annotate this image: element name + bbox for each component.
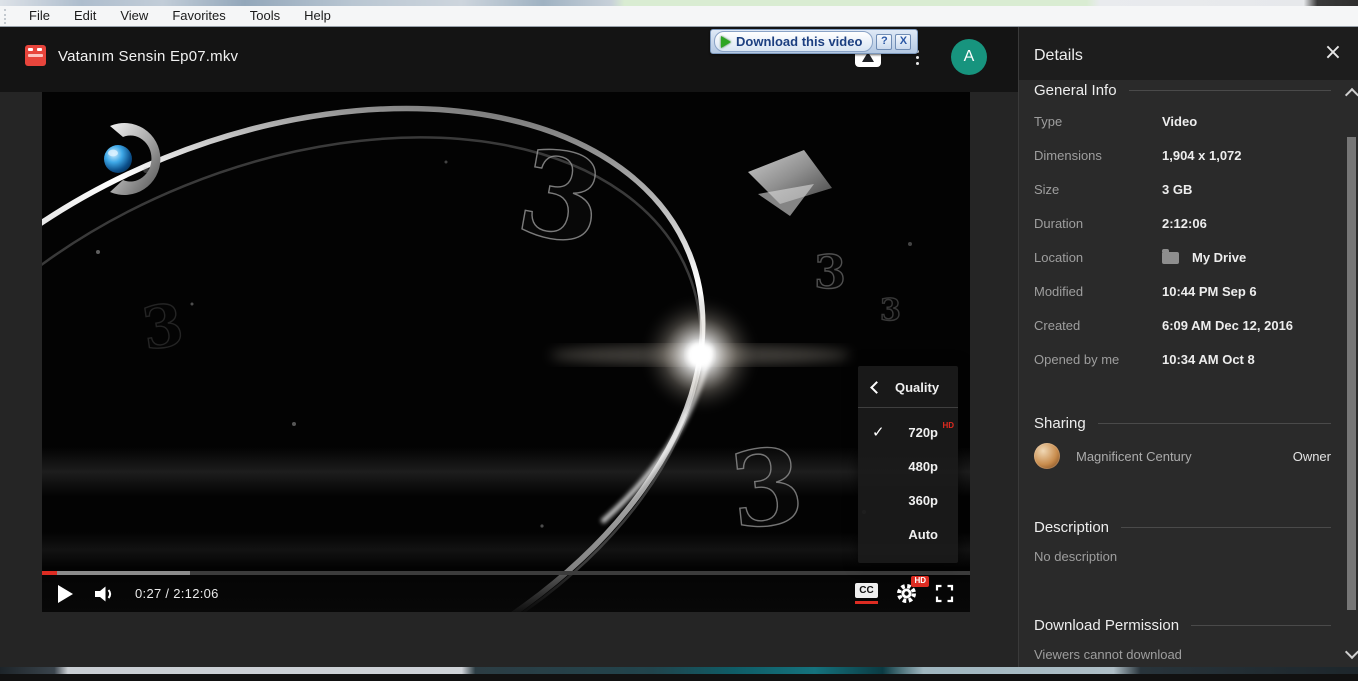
settings-button[interactable]: HD bbox=[896, 576, 929, 604]
row-type: Type Video bbox=[1034, 114, 1198, 129]
download-permission-heading: Download Permission bbox=[1034, 617, 1331, 634]
captions-button[interactable]: CC bbox=[855, 583, 878, 604]
scrollbar-thumb[interactable] bbox=[1347, 137, 1356, 610]
captions-active-underline bbox=[855, 601, 878, 604]
video-file-icon bbox=[25, 45, 46, 66]
menu-tools[interactable]: Tools bbox=[238, 6, 292, 26]
menu-favorites[interactable]: Favorites bbox=[160, 6, 237, 26]
row-location: Location My Drive bbox=[1034, 248, 1247, 265]
quality-option-auto[interactable]: Auto bbox=[858, 517, 958, 551]
row-modified: Modified 10:44 PM Sep 6 bbox=[1034, 284, 1257, 299]
video-player[interactable]: 3 3 3 3 3 0:27 / 2:12:06 CC HD Quality ✓… bbox=[42, 92, 970, 612]
menu-file[interactable]: File bbox=[17, 6, 62, 26]
details-content: General Info Type Video Dimensions 1,904… bbox=[1019, 80, 1358, 674]
chevron-left-icon bbox=[870, 381, 883, 394]
menu-help[interactable]: Help bbox=[292, 6, 343, 26]
menubar-grip bbox=[4, 8, 9, 24]
location-link[interactable]: My Drive bbox=[1192, 251, 1246, 264]
volume-button[interactable] bbox=[93, 584, 115, 604]
svg-text:3: 3 bbox=[724, 423, 809, 553]
details-title: Details bbox=[1034, 47, 1083, 64]
green-play-icon bbox=[721, 35, 731, 48]
svg-text:3: 3 bbox=[814, 245, 846, 299]
overlay-close-button[interactable]: X bbox=[895, 33, 912, 50]
folder-icon bbox=[1162, 248, 1179, 264]
owner-name: Magnificent Century bbox=[1076, 448, 1192, 464]
scroll-down-icon[interactable] bbox=[1344, 644, 1358, 660]
quality-option-720p[interactable]: ✓ 720p HD bbox=[858, 415, 958, 449]
browser-menubar: File Edit View Favorites Tools Help bbox=[0, 6, 1358, 27]
download-video-button[interactable]: Download this video bbox=[714, 31, 874, 52]
check-icon: ✓ bbox=[872, 423, 885, 441]
time-display: 0:27 / 2:12:06 bbox=[135, 586, 219, 601]
drive-preview-app: Vatanım Sensin Ep07.mkv A Download this … bbox=[0, 27, 1358, 674]
download-permission-text: Viewers cannot download bbox=[1034, 647, 1182, 662]
row-size: Size 3 GB bbox=[1034, 182, 1193, 197]
hd-quality-badge: HD bbox=[911, 576, 929, 587]
play-button[interactable] bbox=[58, 584, 73, 603]
taskbar-sliver bbox=[0, 667, 1358, 674]
hd-label: HD bbox=[942, 421, 954, 430]
quality-menu: Quality ✓ 720p HD 480p 360p Auto bbox=[858, 366, 958, 563]
details-header: Details × bbox=[1019, 27, 1358, 80]
general-info-rows: Type Video Dimensions 1,904 x 1,072 Size… bbox=[1034, 115, 1331, 366]
scroll-up-icon[interactable] bbox=[1344, 87, 1358, 103]
overlay-help-button[interactable]: ? bbox=[876, 33, 893, 50]
menu-view[interactable]: View bbox=[108, 6, 160, 26]
details-scrollbar[interactable] bbox=[1344, 87, 1358, 665]
row-created: Created 6:09 AM Dec 12, 2016 bbox=[1034, 318, 1294, 333]
owner-role-badge: Owner bbox=[1292, 448, 1331, 464]
menu-edit[interactable]: Edit bbox=[62, 6, 108, 26]
download-plugin-overlay: Download this video ? X bbox=[710, 29, 918, 54]
svg-text:3: 3 bbox=[880, 293, 901, 328]
file-title: Vatanım Sensin Ep07.mkv bbox=[58, 48, 239, 65]
row-opened-by-me: Opened by me 10:34 AM Oct 8 bbox=[1034, 352, 1255, 367]
account-avatar[interactable]: A bbox=[951, 39, 987, 75]
quality-menu-back[interactable]: Quality bbox=[858, 366, 958, 408]
row-dimensions: Dimensions 1,904 x 1,072 bbox=[1034, 148, 1242, 163]
quality-option-360p[interactable]: 360p bbox=[858, 483, 958, 517]
details-panel: Details × General Info Type Video Dimens… bbox=[1018, 27, 1358, 674]
close-icon[interactable]: × bbox=[1321, 41, 1345, 65]
video-frame-art: 3 3 3 3 3 bbox=[42, 92, 970, 612]
quality-option-480p[interactable]: 480p bbox=[858, 449, 958, 483]
description-text: No description bbox=[1034, 549, 1118, 564]
speaker-icon bbox=[95, 586, 112, 601]
general-info-heading: General Info bbox=[1034, 82, 1331, 99]
sharing-heading: Sharing bbox=[1034, 415, 1331, 432]
player-controls: 0:27 / 2:12:06 CC HD bbox=[42, 575, 970, 612]
row-duration: Duration 2:12:06 bbox=[1034, 216, 1207, 231]
description-heading: Description bbox=[1034, 519, 1331, 536]
owner-avatar bbox=[1034, 443, 1060, 469]
fullscreen-button[interactable] bbox=[935, 584, 954, 603]
fullscreen-icon bbox=[935, 584, 954, 603]
owner-row: Magnificent Century Owner bbox=[1034, 443, 1331, 469]
